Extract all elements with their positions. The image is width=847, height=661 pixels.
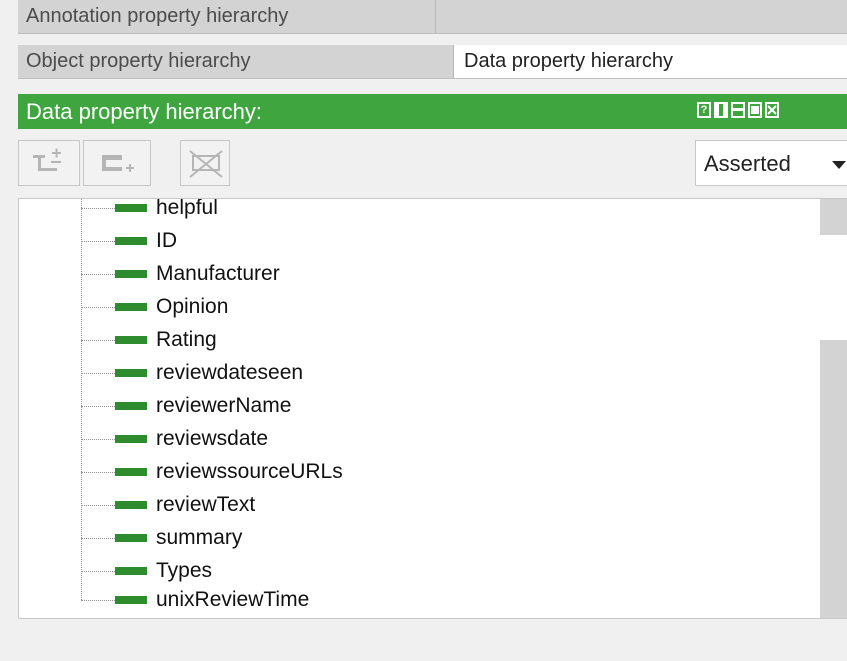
tree-item[interactable]: Opinion [81,294,501,320]
data-property-tree[interactable]: helpful ID Manufacturer Opinion Rating r… [18,198,847,619]
scrollbar-thumb[interactable] [820,199,847,235]
tree-item-label: Types [156,559,213,582]
hierarchy-mode-value: Asserted [704,151,791,176]
chevron-down-icon [832,161,846,169]
data-property-icon [115,468,147,476]
data-property-icon [115,303,147,311]
tree-item[interactable]: unixReviewTime [81,587,501,613]
data-property-icon [115,270,147,278]
tree-item-label: unixReviewTime [156,588,310,611]
delete-property-button[interactable] [180,140,230,186]
add-sibling-property-icon [102,155,134,172]
add-sub-property-button[interactable] [18,140,80,186]
add-sibling-property-button[interactable] [83,140,151,186]
view-header: Data property hierarchy: ? [18,94,847,129]
data-property-icon [115,567,147,575]
toolbar: Asserted [18,140,847,192]
tab-row-1: Annotation property hierarchy [18,0,847,34]
tree-item[interactable]: summary [81,525,501,551]
tree-item[interactable]: Rating [81,327,501,353]
tree-item-label: summary [156,526,243,549]
tree-item[interactable]: helpful [81,198,501,221]
help-icon[interactable]: ? [697,102,711,118]
scrollbar[interactable] [820,340,847,618]
tab-row-2: Object property hierarchy Data property … [18,45,847,79]
tree-item[interactable]: reviewssourceURLs [81,459,501,485]
tree-item-label: reviewssourceURLs [156,460,343,483]
maximize-icon[interactable] [748,102,762,118]
tab-annotation-property-hierarchy[interactable]: Annotation property hierarchy [18,0,436,33]
tree-item[interactable]: reviewsdate [81,426,501,452]
data-property-icon [115,204,147,212]
tree-item-label: helpful [156,198,218,219]
data-property-icon [115,369,147,377]
tree-item-label: Manufacturer [156,262,280,285]
add-sub-property-icon [33,148,61,171]
tree-item[interactable]: reviewdateseen [81,360,501,386]
tree-item[interactable]: Manufacturer [81,261,501,287]
split-horizontal-icon[interactable] [731,102,745,118]
hierarchy-mode-select[interactable]: Asserted [695,140,847,186]
tree-item-label: reviewdateseen [156,361,304,384]
tree-item-label: ID [156,229,177,252]
tree-item[interactable]: reviewText [81,492,501,518]
tree-item[interactable]: ID [81,228,501,254]
tab-object-property-hierarchy[interactable]: Object property hierarchy [18,45,454,78]
tree-item[interactable]: Types [81,558,501,584]
data-property-icon [115,596,147,604]
delete-property-icon [189,150,223,178]
data-property-icon [115,402,147,410]
data-property-icon [115,237,147,245]
view-header-icons: ? [697,102,779,118]
tree-item-label: reviewText [156,493,256,516]
tree-item-label: reviewsdate [156,427,269,450]
tree-item-label: Opinion [156,295,229,318]
split-vertical-icon[interactable] [714,102,728,118]
tree-item[interactable]: reviewerName [81,393,501,419]
tab-data-property-hierarchy[interactable]: Data property hierarchy [454,45,847,78]
view-title: Data property hierarchy: [26,99,262,124]
tree-item-label: reviewerName [156,394,292,417]
data-property-icon [115,435,147,443]
data-property-icon [115,336,147,344]
tree-item-label: Rating [156,328,217,351]
close-icon[interactable] [765,102,779,118]
data-property-icon [115,534,147,542]
data-property-icon [115,501,147,509]
